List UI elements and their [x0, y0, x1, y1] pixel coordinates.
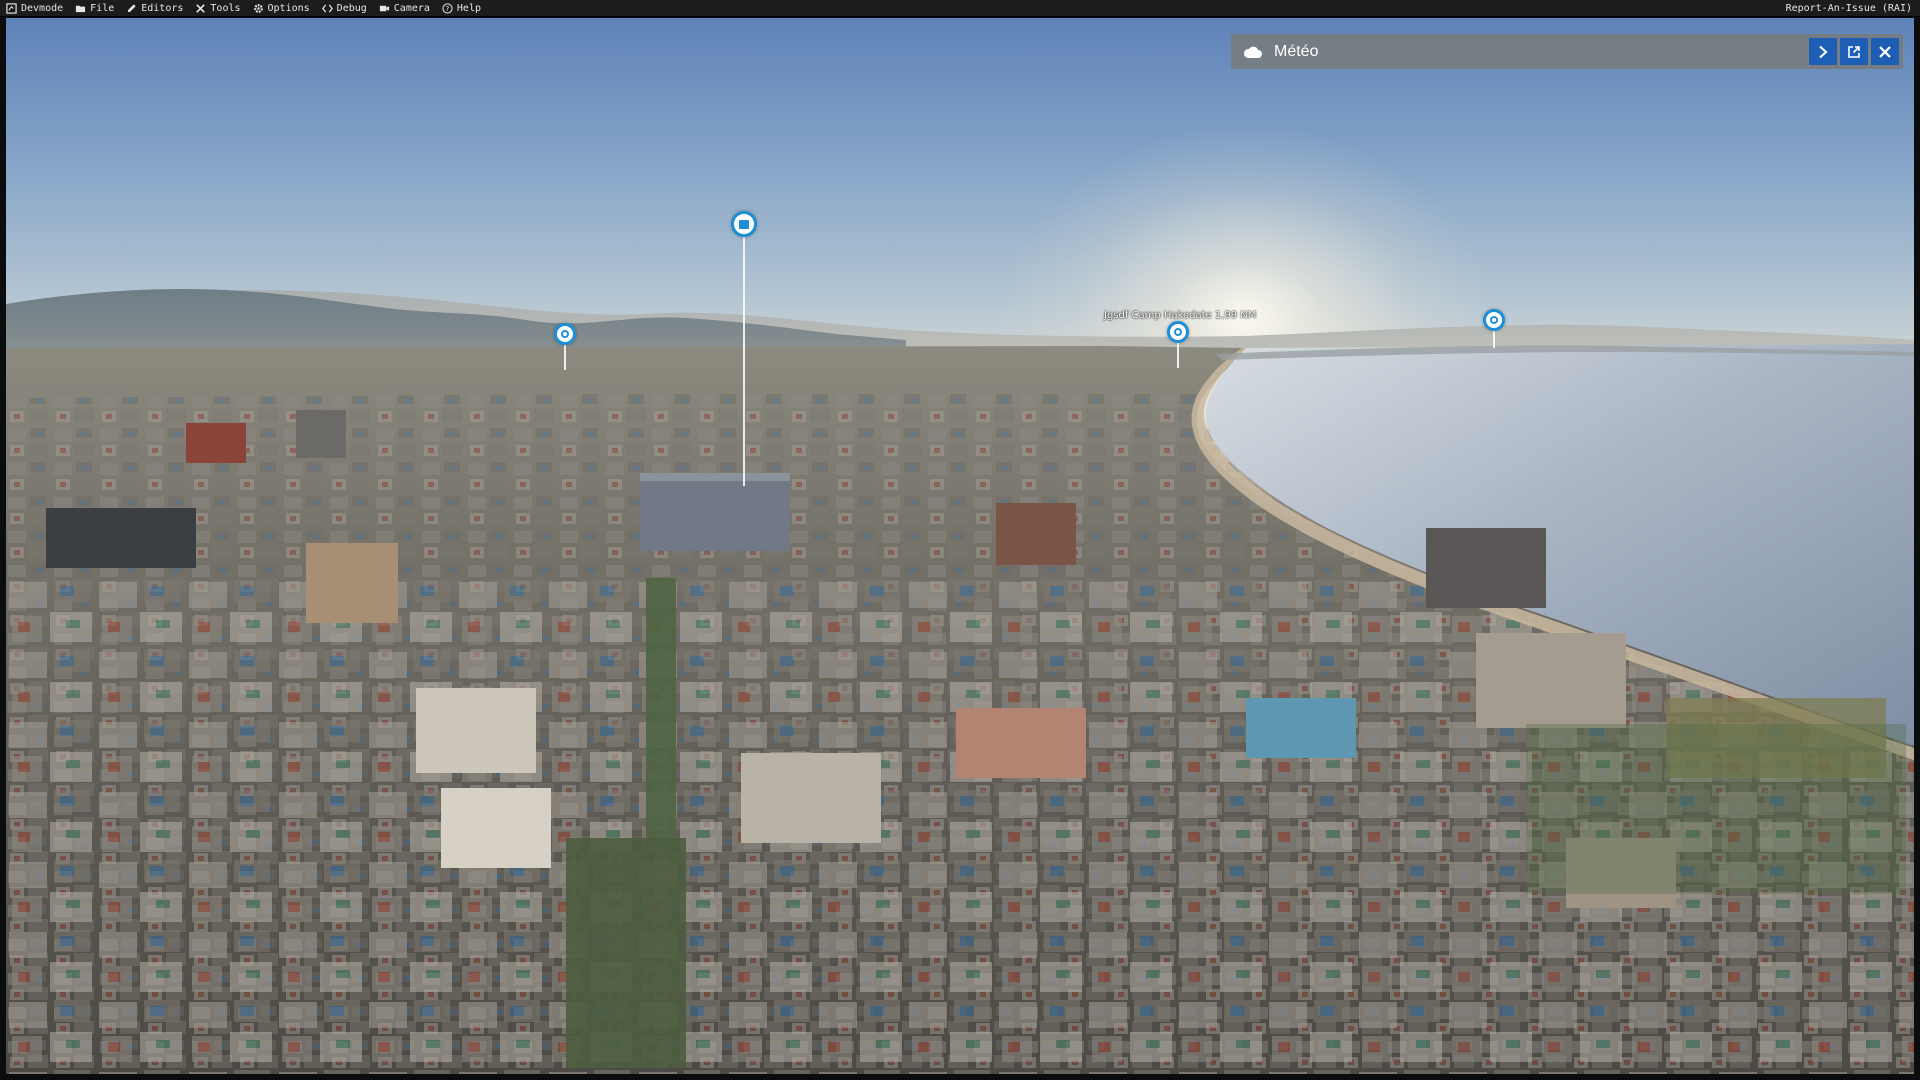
city-scene [6, 288, 1914, 1074]
menu-file[interactable]: File [75, 0, 114, 17]
devmode-icon [6, 2, 17, 14]
flight-viewport[interactable]: Jgsdf Camp Hakodate 1,99 NM [6, 18, 1914, 1074]
svg-text:?: ? [446, 4, 450, 12]
popout-panel-button[interactable] [1840, 38, 1868, 65]
weather-panel: Météo [1231, 34, 1903, 69]
poi-stem [1177, 342, 1179, 368]
menu-debug[interactable]: Debug [321, 0, 367, 17]
menu-devmode-label: Devmode [21, 2, 64, 14]
menu-debug-label: Debug [336, 2, 367, 14]
tools-icon [195, 3, 206, 14]
poi-stem [1493, 330, 1495, 348]
menu-camera-label: Camera [393, 2, 430, 14]
menu-tools-label: Tools [210, 2, 241, 14]
poi-stem [564, 344, 566, 370]
close-panel-button[interactable] [1871, 38, 1899, 65]
help-icon: ? [442, 2, 453, 14]
target-icon [554, 323, 576, 345]
menu-editors[interactable]: Editors [126, 0, 183, 17]
menu-file-label: File [90, 2, 115, 14]
devmode-menubar: Devmode File Editors Tools Options Debug [0, 0, 1920, 17]
menu-devmode[interactable]: Devmode [6, 0, 63, 17]
camera-icon [379, 3, 390, 14]
menu-help-label: Help [456, 2, 481, 14]
menu-editors-label: Editors [141, 2, 184, 14]
building-icon [731, 211, 757, 237]
close-icon [1879, 45, 1891, 58]
poi-label-camp-hakodate: Jgsdf Camp Hakodate 1,99 NM [1104, 310, 1257, 321]
expand-panel-button[interactable] [1809, 38, 1837, 65]
popout-icon [1848, 45, 1860, 58]
menu-help[interactable]: ? Help [442, 0, 481, 17]
menu-camera[interactable]: Camera [379, 0, 430, 17]
pencil-icon [126, 3, 137, 14]
weather-panel-title: Météo [1274, 42, 1319, 60]
target-icon [1167, 321, 1189, 343]
target-icon [1483, 309, 1505, 331]
cloud-icon [1243, 45, 1263, 59]
report-an-issue-link[interactable]: Report-An-Issue (RAI) [1786, 0, 1912, 17]
poi-stem [743, 236, 745, 486]
folder-icon [75, 3, 86, 14]
menu-options[interactable]: Options [253, 0, 310, 17]
chevron-right-icon [1819, 45, 1828, 58]
gear-icon [253, 3, 264, 14]
menu-options-label: Options [267, 2, 310, 14]
code-icon [321, 3, 333, 14]
menu-tools[interactable]: Tools [195, 0, 241, 17]
